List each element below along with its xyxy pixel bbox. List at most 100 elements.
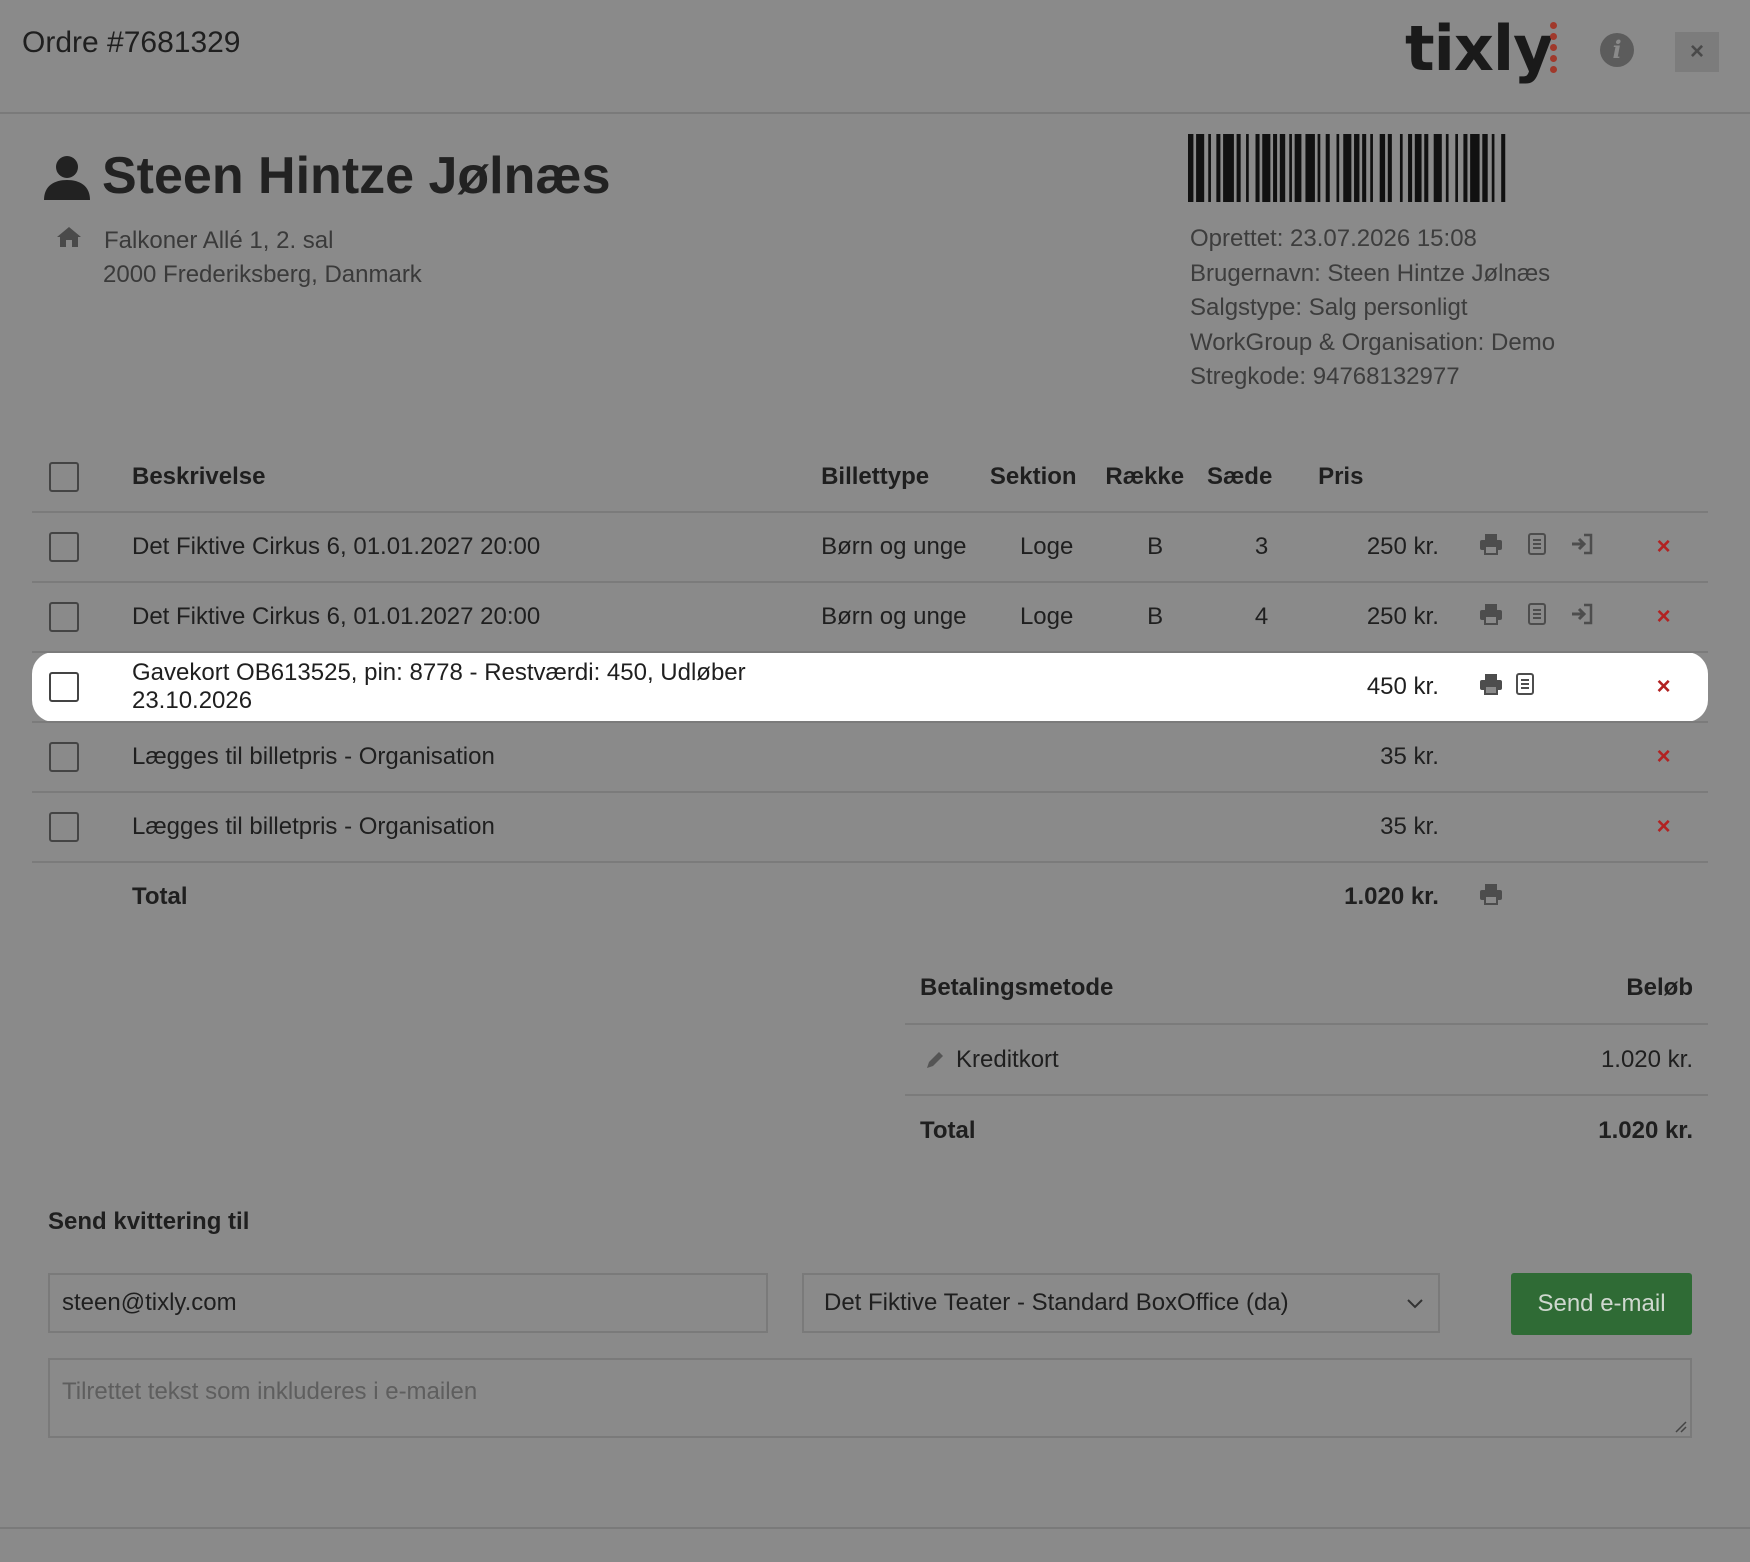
item-description: Gavekort OB613525, pin: 8778 - Restværdi… xyxy=(130,652,821,723)
item-description: Lægges til billetpris - Organisation xyxy=(130,722,821,793)
item-row xyxy=(1104,792,1206,863)
payment-header-row: Betalingsmetode Beløb xyxy=(905,953,1708,1025)
receipt-email-input[interactable]: steen@tixly.com xyxy=(48,1273,768,1333)
meta-username: Brugernavn: Steen Hintze Jølnæs xyxy=(1190,259,1551,287)
item-ticket-type xyxy=(820,792,989,863)
item-section xyxy=(988,652,1105,723)
message-placeholder: Tilrettet tekst som inkluderes i e-maile… xyxy=(62,1378,478,1405)
item-row xyxy=(1104,652,1206,723)
payment-method: Kreditkort xyxy=(956,1045,1059,1073)
select-all-checkbox[interactable] xyxy=(49,462,79,492)
address-line1: Falkoner Allé 1, 2. sal xyxy=(104,227,334,254)
payment-row: Kreditkort 1.020 kr. xyxy=(905,1024,1708,1096)
print-icon[interactable] xyxy=(1478,673,1504,702)
payment-total-value: 1.020 kr. xyxy=(1598,1116,1693,1144)
meta-created: Oprettet: 23.07.2026 15:08 xyxy=(1190,225,1477,252)
person-icon xyxy=(44,156,90,200)
receipt-icon[interactable] xyxy=(1515,672,1534,702)
row-checkbox[interactable] xyxy=(49,532,79,562)
table-row: Lægges til billetpris - Organisation 35 k… xyxy=(32,792,1708,863)
print-icon[interactable] xyxy=(1478,883,1504,912)
item-description: Det Fiktive Cirkus 6, 01.01.2027 20:00 xyxy=(130,512,821,583)
delete-icon[interactable]: × xyxy=(1657,813,1671,840)
header-ticket-type: Billettype xyxy=(820,443,989,513)
table-row: Lægges til billetpris - Organisation 35 k… xyxy=(32,722,1708,793)
meta-sale-type: Salgstype: Salg personligt xyxy=(1190,294,1468,321)
receipt-icon[interactable] xyxy=(1527,532,1546,562)
total-value: 1.020 kr. xyxy=(1344,883,1439,910)
payment-total-row: Total 1.020 kr. xyxy=(905,1095,1708,1165)
header-section: Sektion xyxy=(988,443,1105,513)
item-description: Lægges til billetpris - Organisation xyxy=(130,792,821,863)
barcode-image xyxy=(1188,134,1506,202)
header-price: Pris xyxy=(1317,443,1440,513)
print-icon[interactable] xyxy=(1478,603,1504,632)
item-description: Det Fiktive Cirkus 6, 01.01.2027 20:00 xyxy=(130,582,821,653)
item-price: 450 kr. xyxy=(1317,652,1440,723)
item-seat xyxy=(1205,792,1318,863)
item-seat xyxy=(1205,722,1318,793)
item-ticket-type xyxy=(820,722,989,793)
receipt-icon[interactable] xyxy=(1527,602,1546,632)
delete-icon[interactable]: × xyxy=(1657,673,1671,700)
item-row: B xyxy=(1104,512,1206,583)
table-row: Gavekort OB613525, pin: 8778 - Restværdi… xyxy=(32,652,1708,723)
email-template-select[interactable]: Det Fiktive Teater - Standard BoxOffice … xyxy=(802,1273,1440,1333)
item-price: 250 kr. xyxy=(1317,582,1440,653)
item-price: 250 kr. xyxy=(1317,512,1440,583)
meta-barcode: Stregkode: 94768132977 xyxy=(1190,363,1460,390)
close-button[interactable]: × xyxy=(1675,32,1719,72)
delete-icon[interactable]: × xyxy=(1657,743,1671,770)
item-price: 35 kr. xyxy=(1317,792,1440,863)
row-checkbox[interactable] xyxy=(49,812,79,842)
item-seat xyxy=(1205,652,1318,723)
payment-total-label: Total xyxy=(920,1116,976,1144)
sign-in-icon[interactable] xyxy=(1570,533,1594,562)
chevron-down-icon xyxy=(1406,1275,1424,1331)
send-email-button[interactable]: Send e-mail xyxy=(1511,1273,1692,1335)
item-section xyxy=(988,722,1105,793)
total-row: Total 1.020 kr. xyxy=(32,862,1708,931)
total-label: Total xyxy=(131,883,188,910)
info-icon[interactable]: i xyxy=(1600,33,1634,67)
print-icon[interactable] xyxy=(1478,533,1504,562)
resize-handle-icon[interactable] xyxy=(1673,1419,1687,1433)
payment-table: Betalingsmetode Beløb Kreditkort 1.020 k… xyxy=(905,953,1708,1165)
item-seat: 4 xyxy=(1205,582,1318,653)
home-icon xyxy=(57,227,81,247)
header-seat: Sæde xyxy=(1205,443,1318,513)
row-checkbox[interactable] xyxy=(49,672,79,702)
header-row: Række xyxy=(1104,443,1206,513)
table-row: Det Fiktive Cirkus 6, 01.01.2027 20:00 Bø… xyxy=(32,582,1708,653)
item-price: 35 kr. xyxy=(1317,722,1440,793)
customer-name: Steen Hintze Jølnæs xyxy=(102,147,611,205)
row-checkbox[interactable] xyxy=(49,602,79,632)
item-row xyxy=(1104,722,1206,793)
sign-in-icon[interactable] xyxy=(1570,603,1594,632)
delete-icon[interactable]: × xyxy=(1657,533,1671,560)
address-line2: 2000 Frederiksberg, Danmark xyxy=(103,261,422,288)
item-row: B xyxy=(1104,582,1206,653)
custom-message-textarea[interactable]: Tilrettet tekst som inkluderes i e-maile… xyxy=(48,1358,1692,1438)
item-ticket-type: Børn og unge xyxy=(820,582,989,653)
item-ticket-type: Børn og unge xyxy=(820,512,989,583)
header-description: Beskrivelse xyxy=(130,443,821,513)
item-seat: 3 xyxy=(1205,512,1318,583)
item-section xyxy=(988,792,1105,863)
modal-header: Ordre #7681329 tixly i × xyxy=(0,0,1750,114)
footer-divider xyxy=(0,1527,1750,1529)
tixly-logo: tixly xyxy=(1405,12,1554,85)
item-ticket-type xyxy=(820,652,989,723)
row-checkbox[interactable] xyxy=(49,742,79,772)
header-payment-method: Betalingsmetode xyxy=(905,953,1409,1025)
logo-dots xyxy=(1550,22,1558,82)
table-row: Det Fiktive Cirkus 6, 01.01.2027 20:00 Bø… xyxy=(32,512,1708,583)
payment-amount: 1.020 kr. xyxy=(1408,1024,1708,1096)
delete-icon[interactable]: × xyxy=(1657,603,1671,630)
template-selected-value: Det Fiktive Teater - Standard BoxOffice … xyxy=(824,1289,1289,1316)
order-items-table: Beskrivelse Billettype Sektion Række Sæd… xyxy=(32,443,1708,931)
meta-workgroup: WorkGroup & Organisation: Demo xyxy=(1190,328,1556,356)
pencil-icon[interactable] xyxy=(924,1049,946,1071)
table-header-row: Beskrivelse Billettype Sektion Række Sæd… xyxy=(32,443,1708,513)
customer-address: Falkoner Allé 1, 2. sal 2000 Frederiksbe… xyxy=(103,224,422,292)
